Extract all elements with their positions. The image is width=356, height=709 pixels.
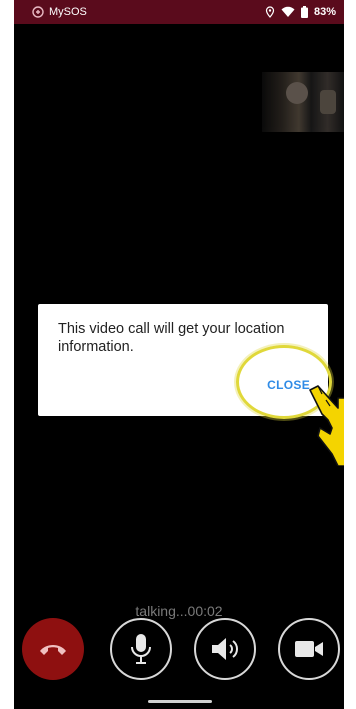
status-left: MySOS [32,6,87,18]
video-call-screen: MySOS 83% This video call will get your … [14,0,344,709]
speaker-button[interactable] [194,618,256,680]
dialog-message: This video call will get your location i… [58,321,285,355]
local-video-preview[interactable] [262,72,344,132]
battery-icon [300,6,308,18]
app-icon [32,6,44,18]
hang-up-icon [40,645,66,655]
battery-level: 83% [313,6,336,18]
call-controls [22,618,342,682]
status-right: 83% [265,6,336,18]
mute-button[interactable] [110,618,172,680]
speaker-icon [212,638,238,660]
hang-up-button[interactable] [22,618,84,680]
camera-toggle-button[interactable] [278,618,340,680]
microphone-icon [131,634,151,664]
app-name: MySOS [49,6,87,18]
status-bar: MySOS 83% [14,0,344,24]
wifi-icon [281,6,295,17]
hand-pointer-icon [309,385,344,466]
screen-margin [344,0,356,709]
video-camera-icon [295,641,323,657]
location-dialog: This video call will get your location i… [38,304,328,416]
call-timer: talking...00:02 [135,603,223,619]
preview-figure [286,82,308,104]
location-icon [265,6,275,18]
preview-figure [320,90,336,114]
home-indicator[interactable] [148,700,212,703]
